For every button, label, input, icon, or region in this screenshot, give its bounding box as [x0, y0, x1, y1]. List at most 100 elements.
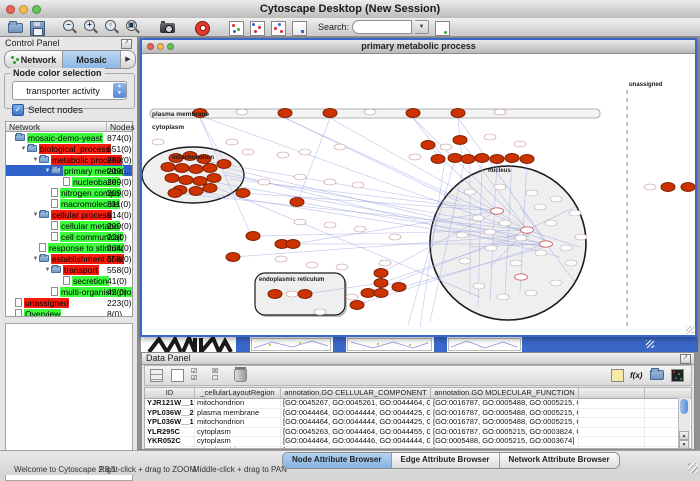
gene-node[interactable] — [203, 164, 217, 173]
column-header[interactable]: ID — [145, 388, 195, 398]
column-header[interactable]: annotation.GO MOLECULAR_FUNCTION — [431, 388, 579, 398]
node-label-pill[interactable] — [473, 283, 485, 289]
gene-node[interactable] — [165, 174, 179, 183]
resize-grip-icon[interactable] — [646, 340, 654, 348]
gene-node[interactable] — [681, 183, 695, 192]
node-label-pill[interactable] — [324, 179, 336, 185]
gene-node[interactable] — [268, 290, 282, 299]
node-label-pill[interactable] — [535, 250, 547, 256]
disclosure-triangle-icon[interactable]: ▼ — [44, 267, 51, 273]
node-label-pill[interactable] — [440, 144, 452, 150]
gene-node[interactable] — [226, 253, 240, 262]
tree-row[interactable]: unassigned223(0) — [6, 297, 132, 308]
tree-row[interactable]: secretion41(0) — [6, 275, 132, 286]
disclosure-triangle-icon[interactable]: ▼ — [20, 146, 27, 152]
column-header[interactable]: _cellularLayoutRegion — [195, 388, 281, 398]
node-label-pill[interactable] — [346, 294, 358, 300]
gene-node[interactable] — [361, 289, 375, 298]
tree-row[interactable]: ▼biological_process651(0) — [6, 143, 132, 154]
gene-node[interactable] — [661, 183, 675, 192]
tab-edge-attribute-browser[interactable]: Edge Attribute Browser — [392, 453, 500, 468]
zoom-selected-icon[interactable]: ▣ — [126, 20, 142, 35]
tree-row[interactable]: macromolecule311(0) — [6, 198, 132, 209]
tree-row[interactable]: Overview8(0) — [6, 308, 132, 317]
network-graph[interactable]: plasma membranecytoplasmmitochondrionnuc… — [142, 54, 695, 335]
gene-node[interactable] — [168, 189, 182, 198]
hub-node-pill[interactable] — [521, 227, 534, 233]
node-label-pill[interactable] — [324, 222, 336, 228]
gene-node[interactable] — [451, 109, 465, 118]
node-label-pill[interactable] — [286, 291, 298, 297]
table-row[interactable]: YPL036W__1mitochondrion[GO:0044464, GO:0… — [145, 418, 691, 428]
gene-node[interactable] — [374, 289, 388, 298]
node-label-pill[interactable] — [484, 134, 496, 140]
node-label-pill[interactable] — [299, 149, 311, 155]
node-label-pill[interactable] — [569, 210, 581, 216]
table-row[interactable]: YPL036W__2plasma membrane[GO:0044464, GO… — [145, 409, 691, 419]
node-label-pill[interactable] — [534, 204, 546, 210]
node-label-pill[interactable] — [644, 184, 656, 190]
table-row[interactable]: YJR121W__1mitochondrion[GO:0045267, GO:0… — [145, 399, 691, 409]
gene-node[interactable] — [490, 155, 504, 164]
tree-row[interactable]: multi-organism pro42(0) — [6, 286, 132, 297]
gene-node[interactable] — [406, 109, 420, 118]
node-label-pill[interactable] — [510, 260, 522, 266]
disclosure-triangle-icon[interactable]: ▼ — [44, 168, 51, 174]
tab-network[interactable]: Network — [5, 51, 63, 68]
node-label-pill[interactable] — [258, 179, 270, 185]
node-label-pill[interactable] — [472, 215, 484, 221]
snapshot-icon[interactable] — [160, 20, 176, 35]
gene-node[interactable] — [453, 136, 467, 145]
tree-row[interactable]: mosaic-demo-yeast874(0) — [6, 132, 132, 143]
tree-row[interactable]: cell communicat22(0) — [6, 231, 132, 242]
node-label-pill[interactable] — [389, 234, 401, 240]
tree-header-nodes[interactable]: Nodes — [106, 122, 135, 132]
node-label-pill[interactable] — [275, 256, 287, 262]
node-label-pill[interactable] — [575, 234, 587, 240]
vizmap-nodes-icon[interactable] — [249, 20, 265, 35]
scroll-down-icon[interactable]: ▼ — [679, 440, 689, 449]
node-label-pill[interactable] — [334, 144, 346, 150]
node-label-pill[interactable] — [514, 141, 526, 147]
float-panel-icon[interactable]: ↗ — [680, 354, 691, 364]
node-label-pill[interactable] — [314, 309, 326, 315]
zoom-button[interactable] — [167, 43, 174, 50]
attribute-matrix-icon[interactable] — [670, 368, 685, 383]
import-attributes-icon[interactable] — [650, 368, 665, 383]
gene-node[interactable] — [161, 163, 175, 172]
search-input[interactable] — [352, 20, 412, 34]
gene-node[interactable] — [374, 269, 388, 278]
column-header[interactable] — [579, 388, 645, 398]
gene-node[interactable] — [278, 109, 292, 118]
minimize-button[interactable] — [19, 5, 28, 14]
disclosure-triangle-icon[interactable]: ▼ — [32, 157, 39, 163]
help-icon[interactable] — [194, 20, 210, 35]
gene-node[interactable] — [350, 301, 364, 310]
close-button[interactable] — [147, 43, 154, 50]
node-label-pill[interactable] — [236, 109, 248, 115]
tree-row[interactable]: ▼metabolic process280(0) — [6, 154, 132, 165]
node-label-pill[interactable] — [515, 235, 527, 241]
node-label-pill[interactable] — [485, 245, 497, 251]
node-label-pill[interactable] — [336, 264, 348, 270]
network-window-titlebar[interactable]: primary metabolic process — [142, 40, 695, 54]
window-controls[interactable] — [6, 5, 41, 14]
disclosure-triangle-icon[interactable]: ▼ — [32, 212, 39, 218]
zoom-in-icon[interactable]: + — [84, 20, 100, 35]
node-label-pill[interactable] — [526, 190, 538, 196]
network-window-controls[interactable] — [147, 43, 174, 50]
gene-node[interactable] — [392, 283, 406, 292]
float-panel-icon[interactable]: ↗ — [121, 39, 132, 49]
minimize-button[interactable] — [157, 43, 164, 50]
gene-node[interactable] — [290, 198, 304, 207]
node-label-pill[interactable] — [484, 229, 496, 235]
node-label-pill[interactable] — [560, 245, 572, 251]
gene-node[interactable] — [189, 187, 203, 196]
gene-node[interactable] — [203, 184, 217, 193]
main-titlebar[interactable]: Cytoscape Desktop (New Session) — [0, 0, 700, 19]
gene-node[interactable] — [189, 165, 203, 174]
tree-row[interactable]: nitrogen compo209(0) — [6, 187, 132, 198]
table-scrollbar[interactable]: ▲ ▼ — [678, 398, 690, 449]
close-button[interactable] — [6, 5, 15, 14]
node-label-pill[interactable] — [226, 139, 238, 145]
